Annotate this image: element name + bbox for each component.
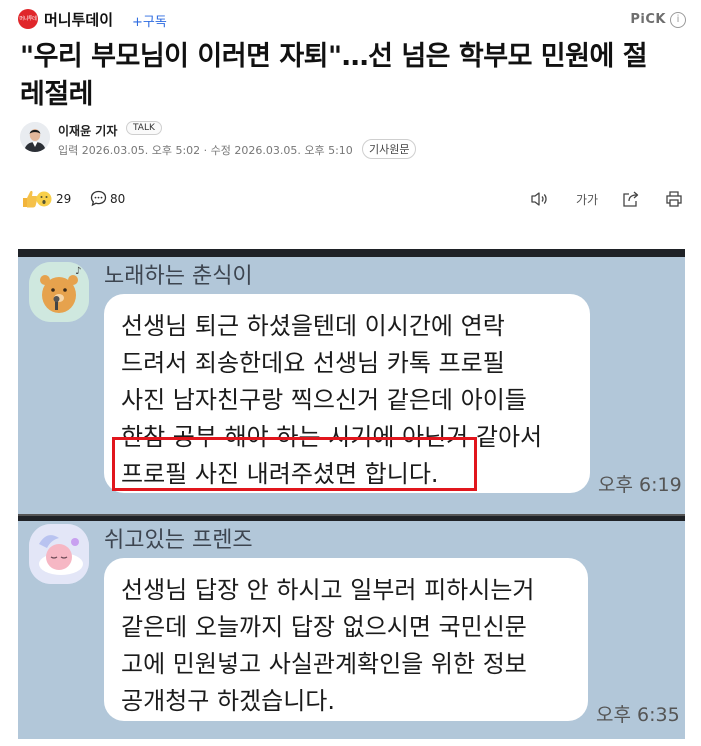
sender-name: 쉬고있는 프렌즈: [104, 528, 253, 553]
message-line: 고에 민원넣고 사실관계확인을 위한 정보: [121, 650, 527, 678]
press-logo[interactable]: 머니투데이: [18, 9, 38, 29]
message-time: 오후 6:35: [596, 704, 680, 726]
image-top-border: [18, 249, 685, 257]
message-time: 오후 6:19: [598, 474, 682, 496]
message-line: 공개청구 하겠습니다.: [121, 687, 335, 715]
reaction-count: 29: [56, 192, 72, 206]
font-size-button[interactable]: 가가: [573, 189, 601, 211]
reaction-icons[interactable]: [20, 188, 52, 214]
message-line: 선생님 퇴근 하셨을텐데 이시간에 연락: [121, 312, 505, 340]
listen-icon[interactable]: [528, 189, 550, 211]
pick-badge: PiCK: [630, 12, 666, 27]
message-line: 같은데 오늘까지 답장 없으시면 국민신문: [121, 613, 527, 641]
svg-text:♪: ♪: [75, 266, 81, 277]
chat-screenshot: ♪ 노래하는 춘식이 선생님 퇴근 하셨을텐데 이시간에 연락 드려서 죄송한데…: [18, 249, 685, 739]
subscribe-button[interactable]: +구독: [132, 11, 167, 30]
talk-button[interactable]: TALK: [126, 121, 162, 135]
info-icon[interactable]: i: [670, 12, 686, 28]
byline: 이재윤 기자 TALK 입력 2026.03.05. 오후 5:02 · 수정 …: [20, 121, 680, 162]
print-icon[interactable]: [663, 189, 685, 211]
author-name[interactable]: 이재윤 기자: [58, 122, 117, 139]
red-highlight-box: [112, 437, 477, 491]
article-dates: 입력 2026.03.05. 오후 5:02 · 수정 2026.03.05. …: [58, 144, 353, 157]
share-icon[interactable]: [620, 189, 642, 211]
headline-line-1: "우리 부모님이 이러면 자퇴"…선 넘은 학부모 민원에 절: [20, 41, 648, 72]
profile-picture-chunsik: ♪: [29, 262, 89, 322]
original-article-button[interactable]: 기사원문: [362, 139, 417, 159]
press-name[interactable]: 머니투데이: [44, 9, 113, 30]
message-line: 선생님 답장 안 하시고 일부러 피하시는거: [121, 576, 535, 604]
comment-bubble-icon[interactable]: [90, 190, 107, 211]
image-divider: [18, 514, 685, 521]
comment-count[interactable]: 80: [110, 192, 125, 206]
author-avatar[interactable]: [20, 122, 50, 152]
message-line: 드려서 죄송한데요 선생님 카톡 프로필: [121, 349, 505, 377]
sender-name: 노래하는 춘식이: [104, 264, 253, 289]
press-header: 머니투데이 머니투데이 +구독 PiCK i: [18, 8, 686, 32]
article-headline: "우리 부모님이 이러면 자퇴"…선 넘은 학부모 민원에 절레절레: [20, 38, 685, 114]
profile-picture-friends: [29, 524, 89, 584]
article-action-bar: 29 80 가가: [20, 188, 684, 212]
surprise-icon: [36, 191, 52, 207]
message-bubble: 선생님 답장 안 하시고 일부러 피하시는거 같은데 오늘까지 답장 없으시면 …: [104, 558, 588, 721]
message-line: 사진 남자친구랑 찍으신거 같은데 아이들: [121, 386, 527, 414]
headline-line-2: 레절레: [20, 79, 94, 110]
like-hand-icon: [23, 190, 38, 208]
